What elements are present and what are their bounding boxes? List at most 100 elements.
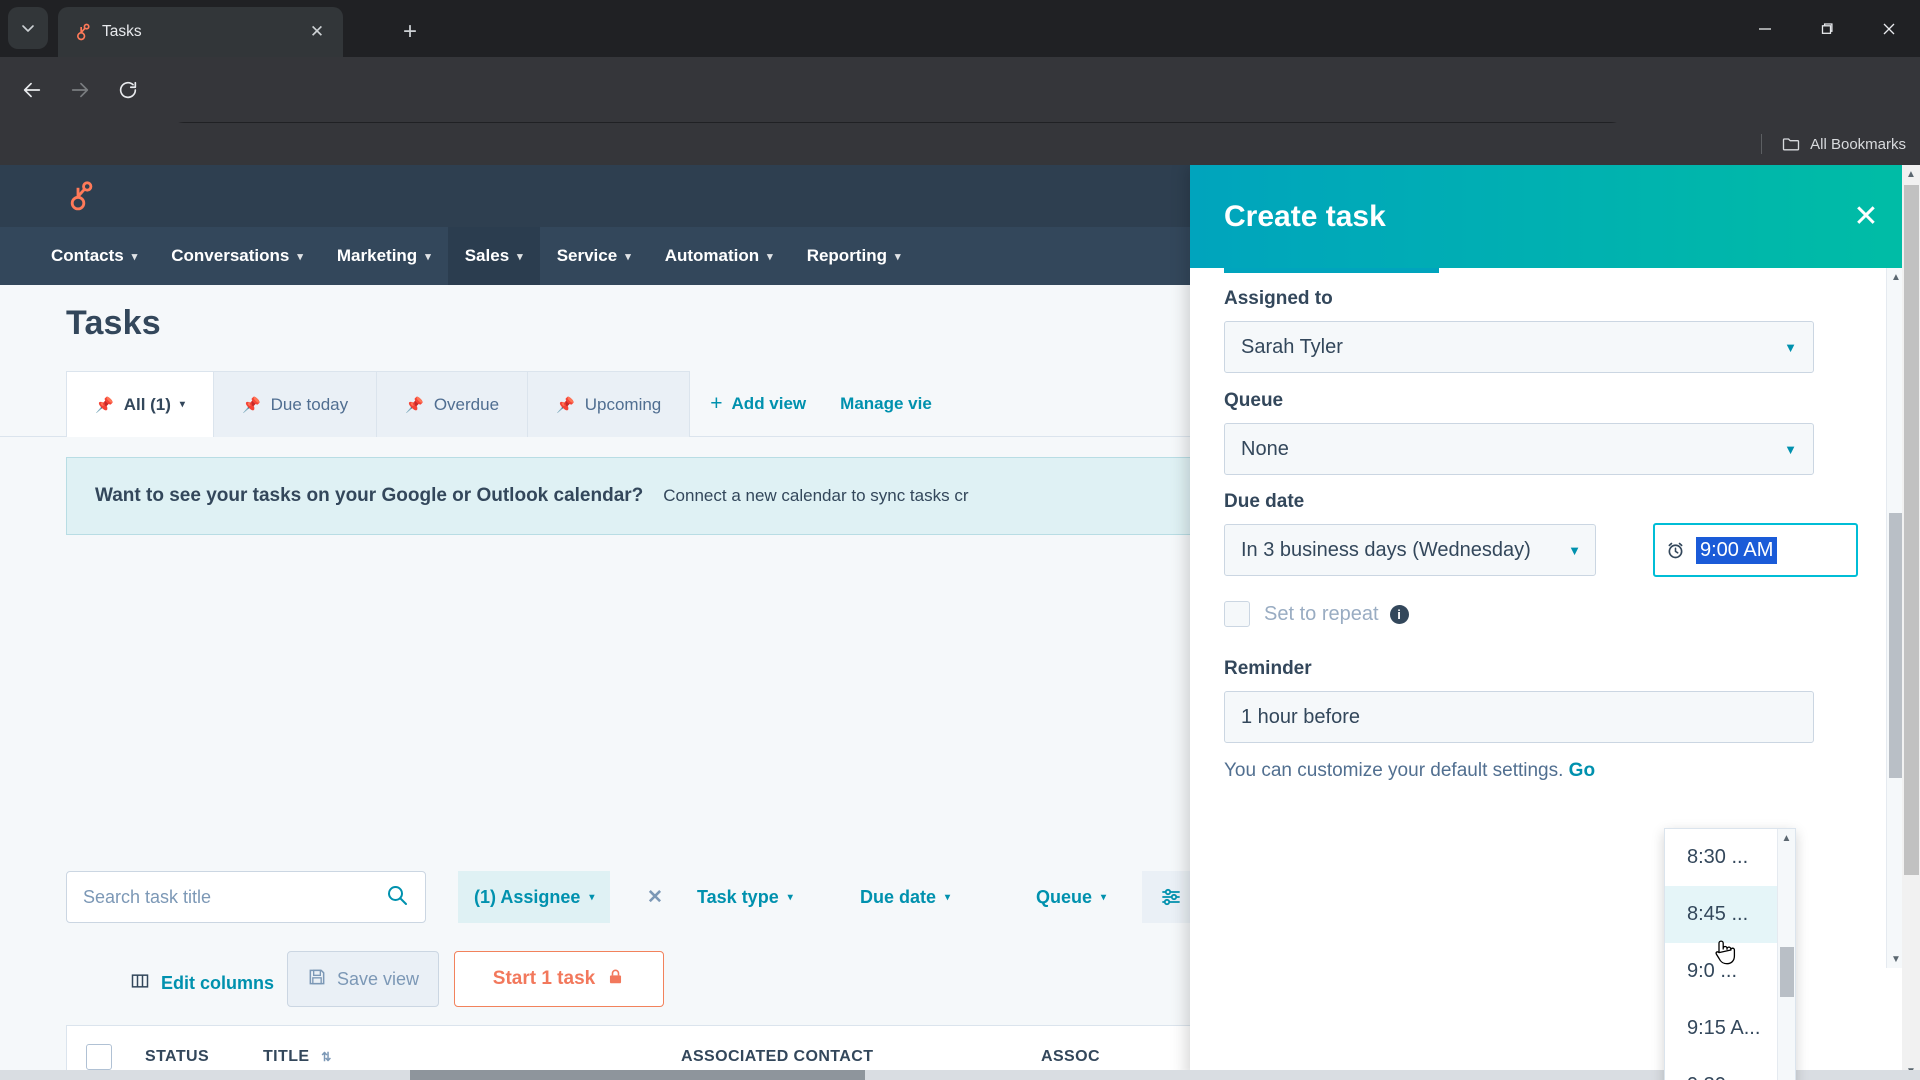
view-tab-all[interactable]: 📌 All (1) ▾: [66, 371, 214, 437]
plus-icon: +: [710, 392, 723, 415]
chevron-down-icon: ▾: [131, 250, 138, 263]
assigned-to-select[interactable]: Sarah Tyler ▼: [1224, 321, 1814, 373]
nav-label: Service: [556, 246, 618, 265]
nav-item-service[interactable]: Service ▾: [540, 227, 648, 285]
scroll-up-arrow-icon[interactable]: ▲: [1902, 165, 1920, 183]
page-scrollbar[interactable]: ▲ ▼: [1902, 165, 1920, 1080]
reminder-hint-link[interactable]: Go: [1569, 760, 1595, 781]
window-controls: [1734, 0, 1920, 57]
banner-subtext: Connect a new calendar to sync tasks cr: [663, 486, 969, 505]
due-date-select[interactable]: In 3 business days (Wednesday) ▼: [1224, 524, 1596, 576]
time-option-label: 9:30 ...: [1687, 1074, 1748, 1080]
nav-item-contacts[interactable]: Contacts ▾: [34, 227, 154, 285]
column-header-title[interactable]: TITLE ⇅: [241, 1048, 681, 1066]
time-option-4[interactable]: 9:30 ...: [1665, 1057, 1795, 1080]
close-icon[interactable]: ✕: [1846, 197, 1886, 237]
start-task-button[interactable]: Start 1 task: [454, 951, 664, 1007]
nav-label: Conversations: [171, 246, 290, 265]
window-minimize-button[interactable]: [1734, 0, 1796, 57]
nav-label: Sales: [464, 246, 510, 265]
tab-search-button[interactable]: [8, 7, 48, 49]
nav-item-sales[interactable]: Sales ▾: [447, 227, 540, 285]
nav-item-conversations[interactable]: Conversations ▾: [154, 227, 320, 285]
back-button[interactable]: [12, 70, 52, 110]
view-tab-overdue[interactable]: 📌 Overdue: [377, 371, 529, 437]
chevron-down-icon: ▾: [1101, 891, 1107, 903]
set-to-repeat-checkbox[interactable]: [1224, 601, 1250, 627]
hubspot-app: Contacts ▾ Conversations ▾ Marketing ▾ Sale…: [0, 165, 1920, 1080]
filter-assignee[interactable]: (1) Assignee ▾: [458, 871, 611, 923]
search-input[interactable]: Search task title: [66, 871, 426, 923]
due-date-label: Due date: [1224, 491, 1305, 512]
reminder-value: 1 hour before: [1241, 705, 1360, 728]
all-bookmarks-button[interactable]: All Bookmarks: [1761, 129, 1906, 159]
window-maximize-button[interactable]: [1796, 0, 1858, 57]
scrollbar-thumb[interactable]: [1904, 185, 1919, 875]
queue-select[interactable]: None ▼: [1224, 423, 1814, 475]
save-view-button[interactable]: Save view: [287, 951, 439, 1007]
taskbar-segment: [410, 1070, 865, 1080]
time-option-1[interactable]: 8:45 ...: [1665, 886, 1795, 943]
select-all-checkbox[interactable]: [67, 1043, 131, 1070]
nav-label: Reporting: [806, 246, 887, 265]
view-tab-label: Upcoming: [584, 394, 662, 414]
tab-close-button[interactable]: ✕: [305, 20, 329, 44]
filter-due-date[interactable]: Due date ▾: [860, 871, 950, 923]
columns-icon: [130, 971, 150, 996]
filter-assignee-clear-button[interactable]: ✕: [634, 871, 676, 923]
chevron-down-icon: ▼: [1784, 441, 1797, 457]
forward-button[interactable]: [60, 70, 100, 110]
view-tab-upcoming[interactable]: 📌 Upcoming: [528, 371, 691, 437]
window-close-button[interactable]: [1858, 0, 1920, 57]
time-option-3[interactable]: 9:15 A...: [1665, 1000, 1795, 1057]
nav-item-reporting[interactable]: Reporting ▾: [790, 227, 918, 285]
panel-body: Assigned to Sarah Tyler ▼ Queue None ▼ D…: [1190, 268, 1904, 968]
nav-item-marketing[interactable]: Marketing ▾: [320, 227, 448, 285]
chevron-down-icon: ▾: [589, 891, 595, 903]
time-option-0[interactable]: 8:30 ...: [1665, 829, 1795, 886]
filter-label: Queue: [1036, 886, 1093, 907]
sort-icon[interactable]: ⇅: [321, 1050, 331, 1064]
due-date-value: In 3 business days (Wednesday): [1241, 538, 1531, 561]
add-view-button[interactable]: + Add view: [690, 371, 826, 437]
browser-tab[interactable]: Tasks ✕: [58, 7, 343, 57]
scroll-up-arrow-icon[interactable]: ▲: [1778, 829, 1795, 847]
pin-icon: 📌: [241, 396, 261, 414]
column-header-title-label: TITLE: [263, 1047, 310, 1065]
field-underline-accent: [1224, 268, 1439, 273]
manage-views-button[interactable]: Manage vie: [826, 371, 946, 437]
set-to-repeat-label: Set to repeat: [1264, 602, 1379, 625]
panel-title: Create task: [1224, 199, 1386, 233]
mouse-cursor-pointer-icon: [1712, 937, 1738, 967]
nav-label: Automation: [664, 246, 760, 265]
pin-icon: 📌: [95, 396, 114, 414]
due-time-input[interactable]: 9:00 AM: [1653, 523, 1858, 577]
view-tab-due-today[interactable]: 📌 Due today: [213, 371, 378, 437]
reminder-select[interactable]: 1 hour before: [1224, 691, 1814, 743]
column-header-associated-contact[interactable]: ASSOCIATED CONTACT: [681, 1048, 1041, 1066]
pin-icon: 📌: [556, 396, 575, 414]
queue-label: Queue: [1224, 390, 1284, 411]
view-tab-label: Overdue: [433, 394, 500, 414]
chevron-down-icon: [22, 25, 34, 32]
chevron-down-icon: ▾: [894, 250, 901, 263]
filter-task-type[interactable]: Task type ▾: [697, 871, 793, 923]
set-to-repeat-row[interactable]: Set to repeat i: [1224, 601, 1409, 627]
edit-columns-label: Edit columns: [161, 972, 275, 993]
hubspot-logo[interactable]: [62, 179, 96, 213]
filter-label: (1) Assignee: [474, 886, 581, 907]
nav-item-automation[interactable]: Automation ▾: [648, 227, 790, 285]
lock-icon: [606, 967, 625, 992]
time-option-label: 8:45 ...: [1687, 903, 1749, 925]
edit-columns-button[interactable]: Edit columns: [130, 961, 274, 1005]
info-icon[interactable]: i: [1389, 604, 1409, 624]
scrollbar-thumb[interactable]: [1780, 947, 1794, 997]
view-tabs: 📌 All (1) ▾ 📌 Due today 📌 Overdue 📌 Upco…: [66, 371, 946, 437]
reload-button[interactable]: [108, 70, 148, 110]
column-header-status[interactable]: STATUS: [131, 1048, 241, 1066]
taskbar-strip: [0, 1070, 1920, 1080]
filter-queue[interactable]: Queue ▾: [1036, 871, 1106, 923]
time-dropdown-scrollbar[interactable]: ▲ ▼: [1777, 829, 1795, 1080]
new-tab-button[interactable]: +: [392, 14, 428, 50]
chevron-down-icon: ▾: [179, 399, 185, 410]
